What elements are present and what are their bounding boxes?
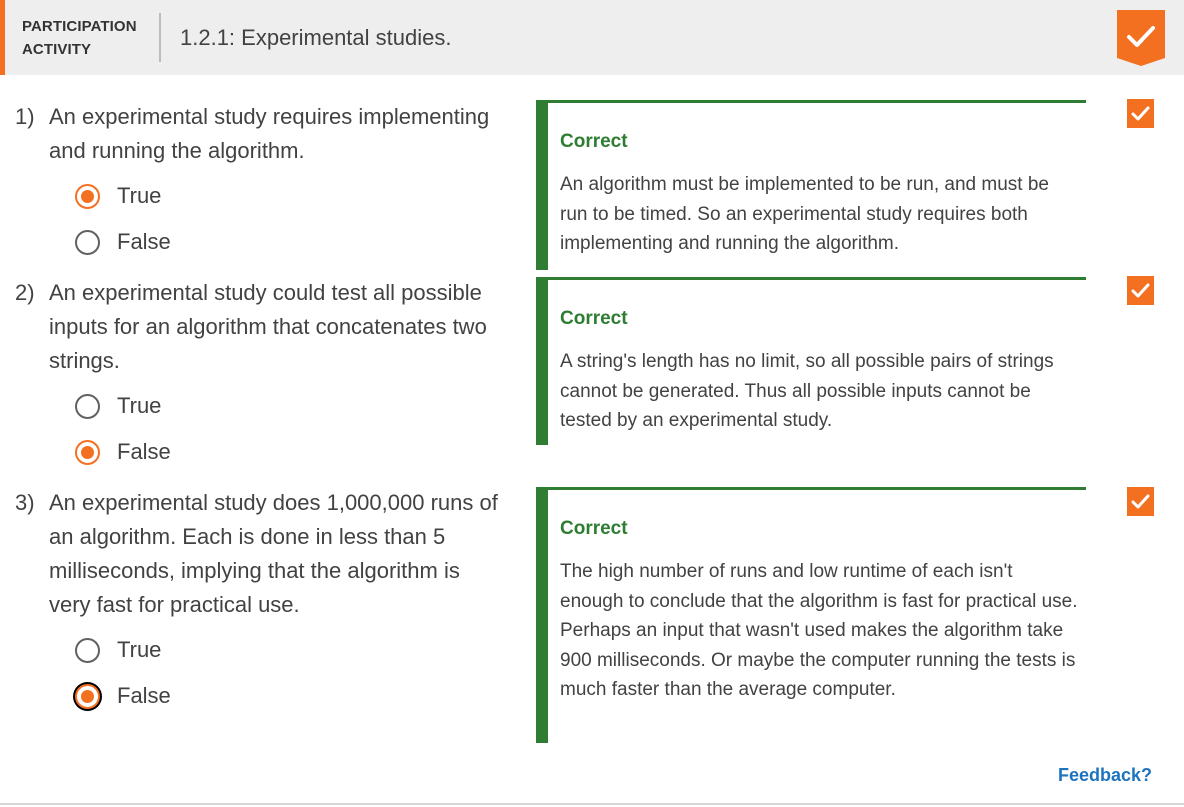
question-2-option-true[interactable]: True bbox=[75, 391, 161, 421]
option-label: True bbox=[117, 393, 162, 418]
question-1-feedback: Correct An algorithm must be implemented… bbox=[536, 100, 1086, 270]
question-2-option-false[interactable]: False bbox=[75, 437, 171, 467]
correct-check-icon bbox=[1127, 99, 1154, 128]
question-3-number: 3) bbox=[15, 490, 35, 515]
feedback-text: A string's length has no limit, so all p… bbox=[560, 351, 1054, 431]
feedback-title: Correct bbox=[560, 518, 628, 539]
radio-unselected-icon[interactable] bbox=[75, 229, 100, 255]
radio-selected-icon[interactable] bbox=[75, 683, 100, 709]
feedback-title: Correct bbox=[560, 308, 628, 329]
completion-badge-icon bbox=[1117, 10, 1165, 66]
option-label: True bbox=[117, 183, 162, 208]
option-label: False bbox=[117, 229, 171, 254]
question-2-text: An experimental study could test all pos… bbox=[49, 280, 487, 373]
option-label: False bbox=[117, 439, 171, 464]
question-1-number: 1) bbox=[15, 104, 35, 129]
feedback-text: The high number of runs and low runtime … bbox=[560, 561, 1078, 700]
correct-check-icon bbox=[1127, 276, 1154, 305]
activity-type-line2: ACTIVITY bbox=[22, 41, 92, 58]
bottom-divider bbox=[0, 803, 1184, 805]
radio-unselected-icon[interactable] bbox=[75, 393, 100, 419]
correct-check-icon bbox=[1127, 487, 1154, 516]
activity-type-label: PARTICIPATION ACTIVITY bbox=[22, 15, 152, 61]
feedback-text: An algorithm must be implemented to be r… bbox=[560, 174, 1049, 254]
question-3-text: An experimental study does 1,000,000 run… bbox=[49, 490, 498, 617]
radio-selected-icon[interactable] bbox=[75, 439, 100, 465]
question-1-text: An experimental study requires implement… bbox=[49, 104, 490, 163]
activity-title: 1.2.1: Experimental studies. bbox=[180, 25, 452, 50]
question-2-feedback: Correct A string's length has no limit, … bbox=[536, 277, 1086, 445]
question-2-number: 2) bbox=[15, 280, 35, 305]
activity-header: PARTICIPATION ACTIVITY 1.2.1: Experiment… bbox=[0, 0, 1184, 75]
question-3-option-true[interactable]: True bbox=[75, 635, 161, 665]
question-3-option-false[interactable]: False bbox=[75, 681, 171, 711]
option-label: False bbox=[117, 683, 171, 708]
radio-selected-icon[interactable] bbox=[75, 183, 100, 209]
activity-type-line1: PARTICIPATION bbox=[22, 18, 137, 35]
radio-unselected-icon[interactable] bbox=[75, 637, 100, 663]
option-label: True bbox=[117, 637, 162, 662]
header-divider bbox=[159, 13, 161, 62]
feedback-link[interactable]: Feedback? bbox=[1058, 765, 1152, 786]
question-3-feedback: Correct The high number of runs and low … bbox=[536, 487, 1086, 743]
feedback-title: Correct bbox=[560, 131, 628, 152]
question-1-option-true[interactable]: True bbox=[75, 181, 161, 211]
question-1-option-false[interactable]: False bbox=[75, 227, 171, 257]
